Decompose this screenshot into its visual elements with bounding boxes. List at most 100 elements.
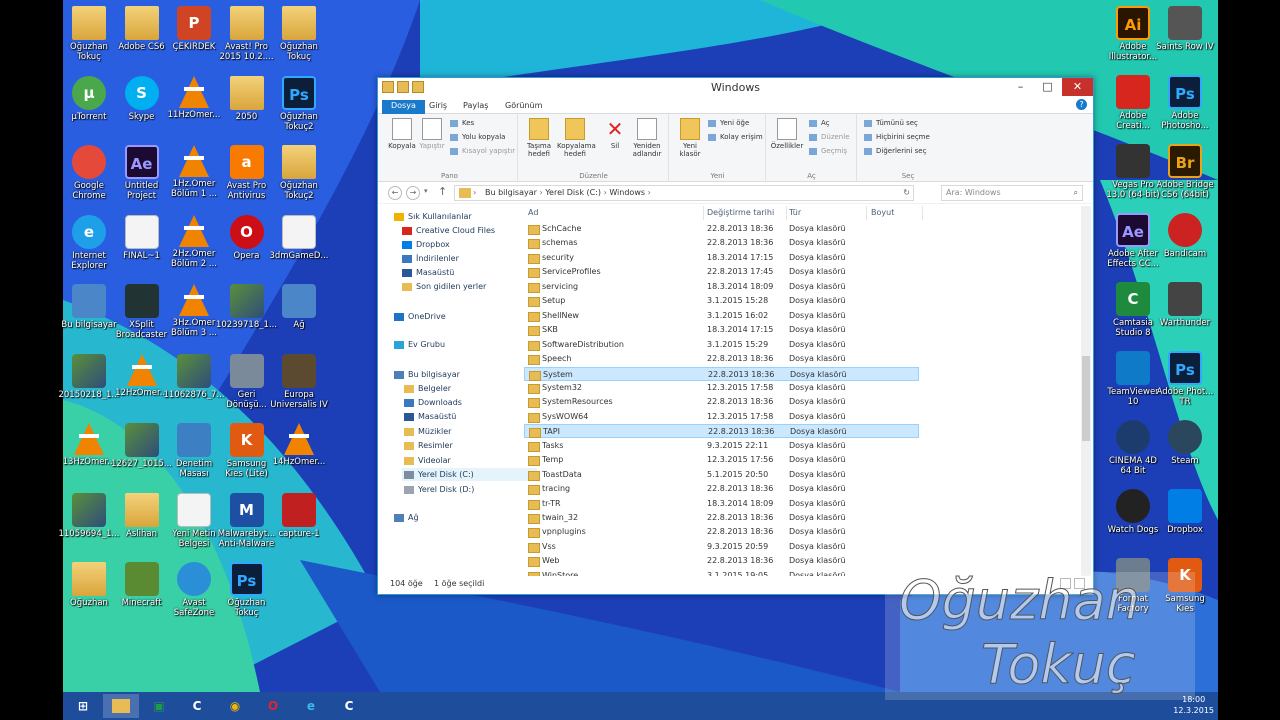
desktop-icon[interactable]: Ps Oğuzhan Tokuç2 (267, 74, 331, 142)
vertical-scrollbar[interactable] (1081, 206, 1091, 576)
history-button[interactable]: Geçmiş (807, 146, 847, 157)
camtasia-taskbar-icon[interactable]: ▣ (141, 694, 177, 718)
paste-shortcut-button[interactable]: Kısayol yapıştır (448, 146, 515, 157)
table-row[interactable]: ShellNew 3.1.2015 16:02 Dosya klasörü (524, 309, 919, 323)
table-row[interactable]: twain_32 22.8.2013 18:36 Dosya klasörü (524, 511, 919, 525)
table-row[interactable]: schemas 22.8.2013 18:36 Dosya klasörü (524, 236, 919, 250)
nav-item[interactable]: Downloads (402, 396, 462, 409)
select-none-button[interactable]: Hiçbirini seçme (862, 132, 930, 143)
nav-item[interactable]: İndirilenler (400, 252, 459, 265)
table-row[interactable]: ServiceProfiles 22.8.2013 17:45 Dosya klas… (524, 265, 919, 279)
cut-button[interactable]: Kes (448, 118, 474, 129)
close-button[interactable]: ✕ (1062, 78, 1093, 96)
table-row[interactable]: Speech 22.8.2013 18:36 Dosya klasörü (524, 352, 919, 366)
table-row[interactable]: vpnplugins 22.8.2013 18:36 Dosya klasörü (524, 525, 919, 539)
table-row[interactable]: Web 22.8.2013 18:36 Dosya klasörü (524, 554, 919, 568)
table-row[interactable]: SchCache 22.8.2013 18:36 Dosya klasörü (524, 222, 919, 236)
column-header-size[interactable]: Boyut (871, 206, 923, 220)
copy-path-button[interactable]: Yolu kopyala (448, 132, 505, 143)
tab-view[interactable]: Görünüm (496, 100, 551, 114)
search-input[interactable]: Ara: Windows ⌕ (941, 185, 1083, 201)
nav-item[interactable]: Ağ (392, 511, 419, 524)
table-row[interactable]: Setup 3.1.2015 15:28 Dosya klasörü (524, 294, 919, 308)
properties-button[interactable]: Özellikler (769, 118, 805, 150)
table-row[interactable]: SystemResources 22.8.2013 18:36 Dosya klas… (524, 395, 919, 409)
maximize-button[interactable]: □ (1034, 78, 1061, 96)
table-row[interactable]: System 22.8.2013 18:36 Dosya klasörü (524, 366, 919, 381)
desktop-icon[interactable]: 14HzOmer... (267, 421, 331, 489)
desktop-icon[interactable]: Br Adobe Bridge CS6 (64bit) (1153, 142, 1217, 210)
breadcrumb-windows[interactable]: Windows (609, 188, 645, 197)
open-button[interactable]: Aç (807, 118, 830, 129)
address-bar[interactable]: › Bu bilgisayar › Yerel Disk (C:) › Wind… (454, 185, 914, 201)
table-row[interactable]: TAPI 22.8.2013 18:36 Dosya klasörü (524, 424, 919, 439)
nav-item[interactable]: Videolar (402, 454, 451, 467)
table-row[interactable]: tr-TR 18.3.2014 18:09 Dosya klasörü (524, 497, 919, 511)
nav-item[interactable]: Ev Grubu (392, 338, 445, 351)
refresh-icon[interactable]: ↻ (903, 186, 910, 200)
select-all-button[interactable]: Tümünü seç (862, 118, 918, 129)
desktop-icon[interactable]: Oğuzhan Tokuç2 (267, 143, 331, 211)
internet-explorer-taskbar-icon[interactable]: e (293, 694, 329, 718)
desktop-icon[interactable]: Saints Row IV (1153, 4, 1217, 72)
table-row[interactable]: Vss 9.3.2015 20:59 Dosya klasörü (524, 540, 919, 554)
easy-access-button[interactable]: Kolay erişim (706, 132, 763, 143)
desktop-icon[interactable]: Steam (1153, 418, 1217, 486)
nav-item[interactable]: Resimler (402, 439, 453, 452)
table-row[interactable]: tracing 22.8.2013 18:36 Dosya klasörü (524, 482, 919, 496)
nav-item[interactable]: Belgeler (402, 382, 451, 395)
nav-item[interactable]: Yerel Disk (D:) (402, 483, 474, 496)
desktop-icon[interactable]: 3dmGameD... (267, 213, 331, 281)
column-header-date[interactable]: Değiştirme tarihi (707, 206, 787, 220)
file-explorer-taskbar-icon[interactable] (103, 694, 139, 718)
back-button[interactable]: ← (388, 186, 402, 200)
nav-item[interactable]: Bu bilgisayar (392, 368, 460, 381)
recent-dropdown-icon[interactable]: ▾ (424, 187, 428, 195)
new-folder-button[interactable]: Yeni klasör (672, 118, 708, 158)
invert-selection-button[interactable]: Diğerlerini seç (862, 146, 926, 157)
table-row[interactable]: SoftwareDistribution 3.1.2015 15:29 Dosya … (524, 338, 919, 352)
column-header-name[interactable]: Ad (528, 206, 704, 220)
tab-share[interactable]: Paylaş (454, 100, 497, 114)
desktop-icon[interactable]: capture-1 (267, 491, 331, 559)
desktop-icon[interactable]: Ps Adobe Phot... TR (1153, 349, 1217, 417)
new-item-button[interactable]: Yeni öğe (706, 118, 749, 129)
camtasia-studio-taskbar-icon[interactable]: C (331, 694, 367, 718)
scrollbar-thumb[interactable] (1082, 356, 1090, 441)
table-row[interactable]: SysWOW64 12.3.2015 17:58 Dosya klasörü (524, 410, 919, 424)
table-row[interactable]: ToastData 5.1.2015 20:50 Dosya klasörü (524, 468, 919, 482)
desktop-icon[interactable]: Europa Universalis IV (267, 352, 331, 420)
table-row[interactable]: security 18.3.2014 17:15 Dosya klasörü (524, 251, 919, 265)
desktop-icon[interactable]: Ps Oğuzhan Tokuç (215, 560, 279, 628)
nav-item[interactable]: Son gidilen yerler (400, 280, 486, 293)
camtasia-recorder-taskbar-icon[interactable]: C (179, 694, 215, 718)
desktop-icon[interactable]: Oğuzhan Tokuç (267, 4, 331, 72)
nav-item[interactable]: Creative Cloud Files (400, 224, 495, 237)
table-row[interactable]: servicing 18.3.2014 18:09 Dosya klasörü (524, 280, 919, 294)
nav-item[interactable]: Masaüstü (400, 266, 454, 279)
tab-file[interactable]: Dosya (382, 100, 425, 114)
desktop-icon[interactable]: Ağ (267, 282, 331, 350)
help-icon[interactable]: ? (1076, 99, 1087, 110)
nav-item[interactable]: Dropbox (400, 238, 450, 251)
move-to-button[interactable]: Taşıma hedefi (521, 118, 557, 158)
column-header-type[interactable]: Tür (789, 206, 867, 220)
nav-item[interactable]: OneDrive (392, 310, 446, 323)
desktop-icon[interactable]: Dropbox (1153, 487, 1217, 555)
breadcrumb-this-pc[interactable]: Bu bilgisayar (485, 188, 537, 197)
tab-home[interactable]: Giriş (420, 100, 456, 114)
delete-button[interactable]: ✕ Sil (597, 118, 633, 150)
paste-button[interactable]: Yapıştır (414, 118, 450, 150)
nav-item[interactable]: Yerel Disk (C:) (402, 468, 537, 481)
explorer-window[interactable]: Windows – □ ✕ Dosya Giriş Paylaş Görünüm… (377, 77, 1094, 595)
table-row[interactable]: System32 12.3.2015 17:58 Dosya klasörü (524, 381, 919, 395)
forward-button[interactable]: → (406, 186, 420, 200)
desktop-icon[interactable]: Warthunder (1153, 280, 1217, 348)
title-bar[interactable]: Windows – □ ✕ (378, 78, 1093, 98)
start-button[interactable]: ⊞ (65, 694, 101, 718)
nav-item[interactable]: Müzikler (402, 425, 451, 438)
chrome-taskbar-icon[interactable]: ◉ (217, 694, 253, 718)
minimize-button[interactable]: – (1007, 78, 1034, 96)
copy-to-button[interactable]: Kopyalama hedefi (557, 118, 596, 158)
desktop-icon[interactable]: Ps Adobe Photosho... (1153, 73, 1217, 141)
